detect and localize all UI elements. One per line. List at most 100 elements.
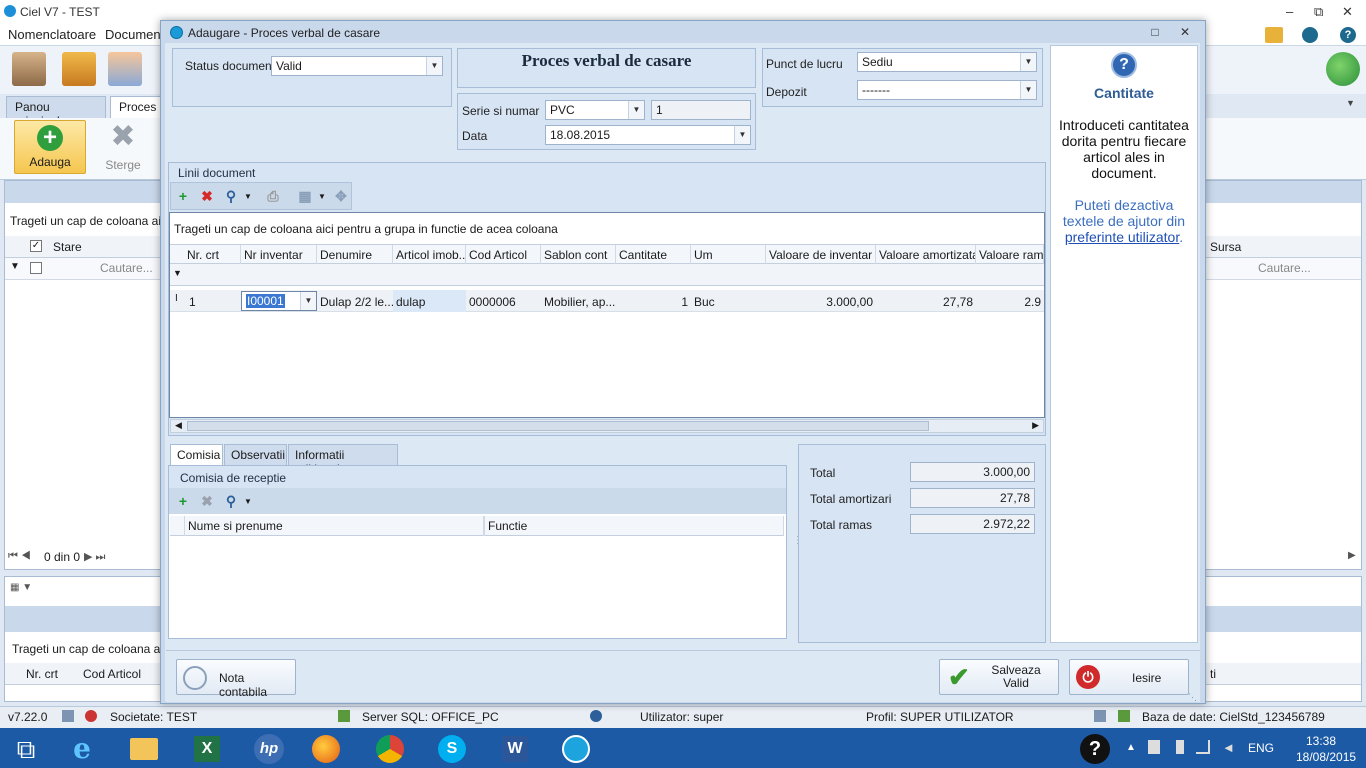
pager-first-icon[interactable]: ⏮ ◀ (8, 550, 31, 563)
column-nr-crt[interactable]: Nr. crt (26, 667, 58, 681)
serie-select[interactable]: PVC ▼ (545, 100, 645, 120)
tab-proces-verbal[interactable]: Proces v (110, 96, 166, 128)
ciel-icon[interactable] (556, 732, 596, 766)
menu-documente[interactable]: Documen (105, 27, 161, 42)
partners-icon[interactable] (12, 52, 46, 86)
column-nr-inventar[interactable]: Nr inventar (241, 245, 317, 265)
skype-icon[interactable]: S (432, 732, 472, 766)
hp-icon[interactable]: hp (248, 732, 288, 766)
cell-um[interactable]: Buc (691, 292, 766, 312)
search-icon[interactable]: ⚲ (222, 187, 240, 205)
chrome-icon[interactable] (370, 732, 410, 766)
search-input-right[interactable]: Cautare... (1258, 261, 1311, 275)
delete-member-icon[interactable]: ✖ (198, 492, 216, 510)
tray-flag-icon[interactable] (1148, 740, 1160, 754)
chevron-down-icon[interactable]: ▼ (1020, 53, 1036, 71)
excel-icon[interactable]: X (186, 732, 226, 766)
nota-contabila-button[interactable]: Nota contabila (176, 659, 296, 699)
chevron-down-icon[interactable]: ▼ (244, 192, 252, 201)
column-valoare-amortizata[interactable]: Valoare amortizata (876, 245, 976, 265)
start-icon[interactable]: ⧉ (6, 732, 46, 766)
cell-nr-crt[interactable]: 1 (186, 292, 241, 312)
cell-cantitate[interactable]: 1 (616, 292, 691, 312)
question-icon[interactable]: ? (1080, 734, 1110, 764)
add-line-icon[interactable]: + (174, 187, 192, 205)
cell-nr-inventar[interactable]: I00001 (246, 294, 285, 308)
horizontal-scrollbar[interactable]: ◀ ▶ (170, 419, 1044, 433)
column-sursa[interactable]: Sursa (1210, 240, 1241, 254)
cell-valoare-inventar[interactable]: 3.000,00 (766, 292, 876, 312)
tab-informatii-aditionale[interactable]: Informatii aditionale (288, 444, 398, 476)
calendar-dropdown-icon[interactable]: ▼ (734, 126, 750, 144)
add-member-icon[interactable]: + (174, 492, 192, 510)
column-right[interactable]: ti (1210, 667, 1216, 681)
lines-filter-row[interactable]: ▼ (170, 264, 1044, 286)
preferences-link[interactable]: preferinte utilizator (1065, 229, 1179, 245)
clipboard-icon[interactable] (62, 52, 96, 86)
scroll-right-icon[interactable]: ▶ (1348, 550, 1356, 561)
move-icon[interactable]: ✥ (332, 187, 350, 205)
status-select[interactable]: Valid ▼ (271, 56, 443, 76)
tab-comisia[interactable]: Comisia (170, 444, 223, 466)
column-um[interactable]: Um (691, 245, 766, 265)
help-icon[interactable]: ? (1340, 27, 1356, 43)
tray-chevron-icon[interactable]: ▲ (1126, 742, 1136, 753)
volume-icon[interactable]: ◄ (1222, 740, 1235, 755)
file-explorer-icon[interactable] (124, 732, 164, 766)
scroll-left-icon[interactable]: ◀ (175, 420, 182, 431)
firefox-icon[interactable] (306, 732, 346, 766)
chevron-down-icon[interactable]: ▼ (244, 497, 252, 506)
punct-select[interactable]: Sediu ▼ (857, 52, 1037, 72)
column-articol-imob[interactable]: Articol imob... (393, 245, 466, 265)
tab-panou-principal[interactable]: Panou principal (6, 96, 106, 128)
employees-icon[interactable] (108, 52, 142, 86)
menu-nomenclatoare[interactable]: Nomenclatoare (8, 27, 96, 42)
column-cod-articol[interactable]: Cod Articol (466, 245, 541, 265)
select-all-checkbox[interactable]: ✓ (30, 240, 42, 252)
table-row[interactable]: I 1 I00001 ▼ Dulap 2/2 le... dulap 00000… (170, 290, 1044, 312)
numar-field[interactable]: 1 (651, 100, 751, 120)
column-cod-articol[interactable]: Cod Articol (83, 667, 141, 681)
minimize-icon[interactable]: – (1286, 4, 1293, 19)
cell-cod-articol[interactable]: 0000006 (466, 292, 541, 312)
column-cantitate[interactable]: Cantitate (616, 245, 691, 265)
print-icon[interactable]: ⎙ (264, 187, 282, 205)
chevron-down-icon[interactable]: ▼ (1346, 98, 1355, 108)
update-icon[interactable] (1302, 27, 1318, 43)
grid-layout-icon[interactable]: ▦ ▼ (10, 582, 42, 600)
resize-grip-icon[interactable]: ⋱ (1188, 692, 1197, 703)
chevron-down-icon[interactable]: ▼ (426, 57, 442, 75)
column-functie[interactable]: Functie (484, 516, 784, 536)
cell-nr-inventar-editor[interactable]: I00001 ▼ (241, 291, 317, 311)
dialog-restore-icon[interactable]: □ (1147, 25, 1163, 39)
clock-time[interactable]: 13:38 (1306, 734, 1336, 748)
layout-icon[interactable]: ▦ (296, 187, 314, 205)
depozit-select[interactable]: ------- ▼ (857, 80, 1037, 100)
date-picker[interactable]: 18.08.2015 ▼ (545, 125, 751, 145)
tab-observatii[interactable]: Observatii (224, 444, 287, 466)
battery-icon[interactable] (1176, 740, 1184, 754)
dialog-close-icon[interactable]: ✕ (1177, 25, 1193, 39)
chevron-down-icon[interactable]: ▼ (300, 292, 316, 310)
network-icon[interactable] (1196, 740, 1210, 754)
filter-checkbox[interactable] (30, 262, 42, 274)
column-denumire[interactable]: Denumire (317, 245, 393, 265)
scrollbar-thumb[interactable] (187, 421, 929, 431)
pager-next-icon[interactable]: ▶ ⏭ (84, 550, 105, 564)
chevron-down-icon[interactable]: ▼ (318, 192, 326, 201)
scroll-right-icon[interactable]: ▶ (1032, 420, 1039, 431)
clock-date[interactable]: 18/08/2015 (1296, 750, 1356, 764)
search-icon[interactable]: ⚲ (222, 492, 240, 510)
users-icon[interactable] (1265, 27, 1283, 43)
column-valoare-ramasa[interactable]: Valoare ramas (976, 245, 1044, 265)
column-nr-crt[interactable]: Nr. crt (184, 245, 241, 265)
cell-valoare-amortizata[interactable]: 27,78 (876, 292, 976, 312)
internet-explorer-icon[interactable]: e (62, 732, 102, 766)
word-icon[interactable]: W (494, 732, 534, 766)
cell-denumire[interactable]: Dulap 2/2 le... (317, 292, 393, 312)
close-icon[interactable]: ✕ (1342, 4, 1353, 20)
cell-articol-imob[interactable]: dulap (393, 290, 466, 312)
column-valoare-inventar[interactable]: Valoare de inventar (766, 245, 876, 265)
add-button[interactable]: + Adauga (14, 120, 86, 174)
delete-line-icon[interactable]: ✖ (198, 187, 216, 205)
